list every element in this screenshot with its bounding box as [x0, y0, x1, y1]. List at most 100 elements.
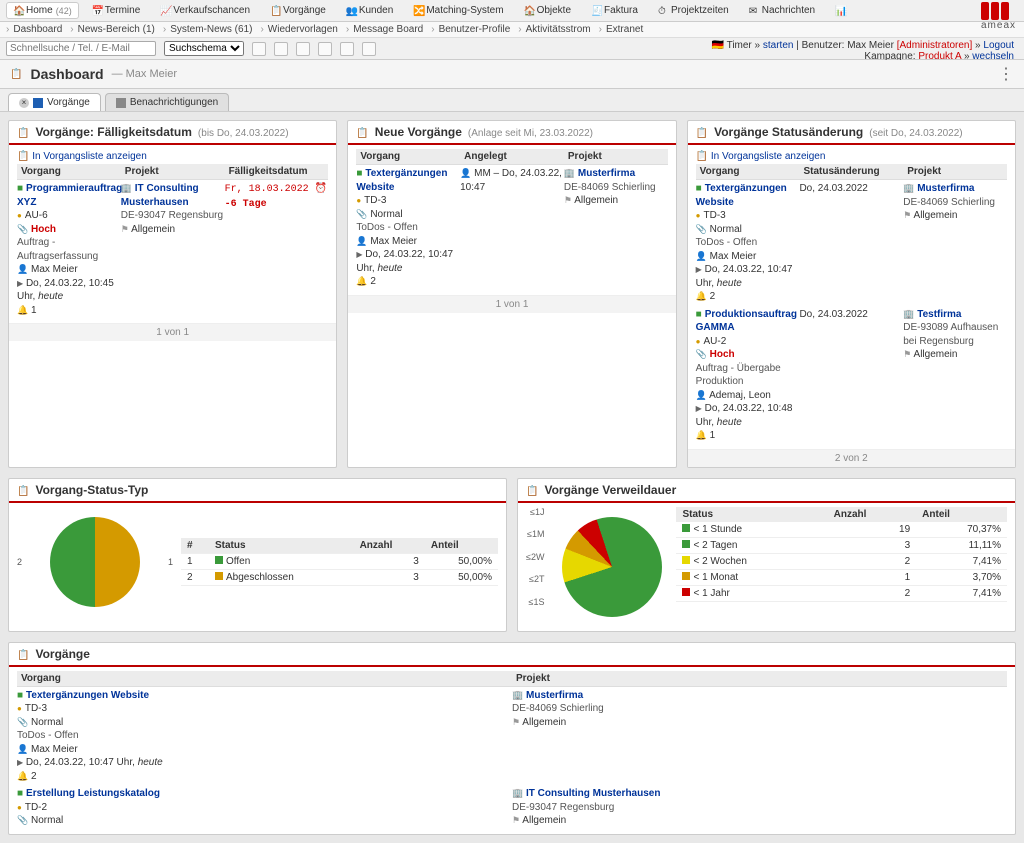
tab-vorgaenge[interactable]: × Vorgänge: [8, 93, 101, 111]
card-meta: (bis Do, 24.03.2022): [198, 128, 289, 139]
nav-home[interactable]: 🏠Home (42): [6, 2, 79, 19]
card-vorgaenge-list: 📋Vorgänge VorgangProjekt Textergänzungen…: [8, 642, 1016, 835]
user-label: Benutzer:: [802, 40, 845, 51]
projekt-addr: DE-84069 Schierling: [564, 181, 668, 195]
th-hash: #: [181, 538, 209, 554]
projekt-link[interactable]: Musterfirma: [917, 183, 974, 194]
page-header: 📋 Dashboard — Max Meier ⋮: [0, 60, 1024, 89]
vorgang-prio: Hoch: [31, 224, 56, 235]
vorgang-link[interactable]: Textergänzungen Website: [26, 690, 149, 701]
show-in-list-link[interactable]: In Vorgangsliste anzeigen: [711, 151, 826, 162]
vorgang-link[interactable]: Textergänzungen Website: [356, 168, 447, 193]
card-verweildauer: 📋Vorgänge Verweildauer ≤1J≤1M≤2W≤2T≤1S S…: [517, 478, 1016, 632]
vorgang-link[interactable]: Erstellung Leistungskatalog: [26, 788, 160, 799]
angelegt-val: MM – Do, 24.03.22, 10:47: [460, 168, 562, 193]
user-role: [Administratoren]: [897, 40, 973, 51]
due-late: -6 Tage: [225, 199, 267, 210]
mail-icon: ✉: [749, 6, 759, 16]
object-icon: 🏠: [524, 6, 534, 16]
projekt-link[interactable]: Testfirma: [917, 309, 961, 320]
nav-projektzeiten[interactable]: ⏱Projektzeiten: [651, 2, 736, 19]
task-icon: 📋: [270, 6, 280, 16]
vorgang-time: Do, 24.03.22, 10:45 Uhr,: [17, 278, 114, 303]
col-projekt: Projekt: [564, 149, 668, 164]
dashboard-icon: 📋: [10, 69, 22, 80]
vorgang-link[interactable]: Programmierauftrag XYZ: [17, 183, 122, 208]
vorgang-id: TD-3: [364, 195, 386, 206]
nav-termine[interactable]: 📅Termine: [85, 2, 148, 19]
nav-vorgaenge[interactable]: 📋Vorgänge: [263, 2, 333, 19]
projekt-link[interactable]: Musterfirma: [578, 168, 635, 179]
home-icon: 🏠: [13, 6, 23, 16]
vorgang-type: Auftrag - Auftragserfassung: [17, 236, 121, 263]
nav-nachrichten[interactable]: ✉Nachrichten: [742, 2, 822, 19]
card-footer-count: 1 von 1: [9, 323, 336, 341]
nav-verkaufschancen[interactable]: 📈Verkaufschancen: [153, 2, 257, 19]
projekt-link[interactable]: IT Consulting Musterhausen: [121, 183, 199, 208]
chart-icon: 📊: [835, 6, 845, 16]
time-icon: ⏱: [658, 6, 668, 16]
toolbar-action-2-icon[interactable]: [274, 42, 288, 56]
due-date: Fr, 18.03.2022: [225, 184, 309, 195]
quick-search-input[interactable]: [6, 41, 156, 56]
card-title: Vorgänge: [35, 647, 89, 661]
col-faellig: Fälligkeitsdatum: [225, 164, 329, 179]
show-in-list-link[interactable]: In Vorgangsliste anzeigen: [32, 151, 147, 162]
sub-nav: Dashboard News-Bereich (1) System-News (…: [0, 22, 1024, 38]
toolbar-action-6-icon[interactable]: [362, 42, 376, 56]
projekt-tag: Allgemein: [131, 224, 175, 235]
tab-close-icon[interactable]: ×: [19, 98, 29, 108]
subnav-aktivitaetsstrom[interactable]: Aktivitätsstrom: [518, 24, 590, 35]
card-icon: 📋: [356, 128, 368, 139]
square-blue-icon: [33, 98, 43, 108]
timer-start-link[interactable]: starten: [763, 40, 794, 51]
nav-reports[interactable]: 📊: [828, 3, 852, 19]
card-meta: (Anlage seit Mi, 23.03.2022): [468, 128, 593, 139]
square-grey-icon: [116, 98, 126, 108]
toolbar-action-3-icon[interactable]: [296, 42, 310, 56]
vorgang-user: Max Meier: [31, 264, 78, 275]
subnav-dashboard[interactable]: Dashboard: [6, 24, 62, 35]
subnav-newsbereich[interactable]: News-Bereich (1): [70, 24, 155, 35]
nav-objekte[interactable]: 🏠Objekte: [517, 2, 578, 19]
subnav-messageboard[interactable]: Message Board: [346, 24, 423, 35]
vorgang-link[interactable]: Produktionsauftrag GAMMA: [696, 309, 797, 334]
subnav-systemnews[interactable]: System-News (61): [163, 24, 253, 35]
card-icon: 📋: [526, 486, 538, 497]
nav-kunden[interactable]: 👥Kunden: [339, 2, 400, 19]
toolbar-action-1-icon[interactable]: [252, 42, 266, 56]
col-status: Statusänderung: [799, 164, 903, 179]
tab-benachrichtigungen[interactable]: Benachrichtigungen: [105, 93, 229, 111]
more-menu-icon[interactable]: ⋮: [998, 64, 1014, 84]
tab-bar: × Vorgänge Benachrichtigungen: [0, 89, 1024, 112]
nav-matching[interactable]: 🔀Matching-System: [406, 2, 510, 19]
subnav-wiedervorlagen[interactable]: Wiedervorlagen: [260, 24, 337, 35]
vorgang-prio: Normal: [370, 209, 402, 220]
pie-chart: [562, 517, 662, 617]
logout-link[interactable]: Logout: [983, 40, 1014, 51]
card-footer-count: 1 von 1: [348, 295, 675, 313]
time-suffix: heute: [377, 263, 402, 274]
vorgang-time: Do, 24.03.22, 10:47 Uhr,: [356, 249, 453, 274]
calendar-icon: 📅: [92, 6, 102, 16]
th-anzahl: Anzahl: [828, 507, 917, 522]
schema-select[interactable]: Suchschema: [164, 41, 244, 56]
card-statusaenderung: 📋Vorgänge Statusänderung(seit Do, 24.03.…: [687, 120, 1016, 468]
subnav-extranet[interactable]: Extranet: [599, 24, 644, 35]
projekt-link[interactable]: Musterfirma: [526, 690, 583, 701]
vorgang-link[interactable]: Textergänzungen Website: [696, 183, 787, 208]
vorgang-count: 2: [370, 276, 376, 287]
pie-chart: [50, 517, 140, 607]
col-projekt: Projekt: [121, 164, 225, 179]
projekt-link[interactable]: IT Consulting Musterhausen: [526, 788, 660, 799]
col-vorgang: Vorgang: [17, 164, 121, 179]
toolbar-action-5-icon[interactable]: [340, 42, 354, 56]
projekt-tag: Allgemein: [574, 195, 618, 206]
vorgang-type: ToDos - Offen: [356, 221, 460, 235]
card-title: Vorgänge Statusänderung: [714, 125, 863, 139]
toolbar-action-4-icon[interactable]: [318, 42, 332, 56]
nav-faktura[interactable]: 🧾Faktura: [584, 2, 645, 19]
subnav-benutzerprofile[interactable]: Benutzer-Profile: [431, 24, 510, 35]
main-nav: 🏠Home (42) 📅Termine 📈Verkaufschancen 📋Vo…: [0, 0, 1024, 22]
col-vorgang: Vorgang: [356, 149, 460, 164]
